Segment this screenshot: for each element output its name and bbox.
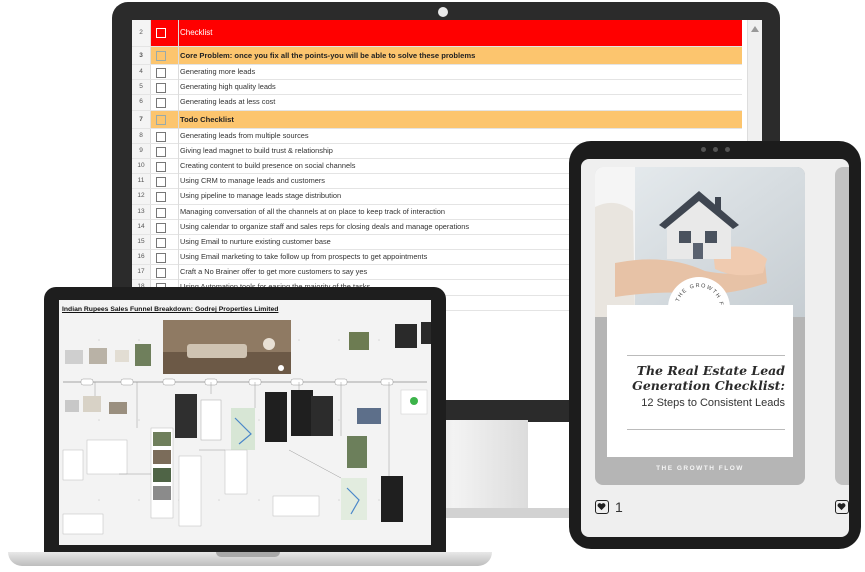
badge-text: THE GROWTH FLOW xyxy=(668,277,723,307)
camera-icon xyxy=(713,147,718,152)
row-number: 5 xyxy=(132,80,151,95)
checkbox[interactable] xyxy=(156,68,166,78)
checklist-section-row: 3 Core Problem: once you fix all the poin… xyxy=(132,47,742,65)
laptop: Indian Rupees Sales Funnel Breakdown: Go… xyxy=(44,287,446,552)
card-divider-top xyxy=(627,355,785,356)
checklist-header-label: Checklist xyxy=(180,28,213,37)
checklist-item-row: 6 Generating leads at less cost xyxy=(132,95,742,111)
row-number: 11 xyxy=(132,174,151,189)
camera-icon xyxy=(725,147,730,152)
checkbox[interactable] xyxy=(156,253,166,264)
brand-badge-ring: THE GROWTH FLOW xyxy=(668,277,724,307)
row-number: 12 xyxy=(132,189,151,204)
checkbox[interactable] xyxy=(156,98,166,109)
checklist-item-text: Managing conversation of all the channel… xyxy=(180,206,445,216)
row-number: 10 xyxy=(132,158,151,174)
camera-icon xyxy=(438,7,448,17)
card-title-line1: The Real Estate Lead xyxy=(636,363,785,378)
checkbox[interactable] xyxy=(156,192,166,203)
tablet-cameras xyxy=(687,147,743,153)
checkbox[interactable] xyxy=(156,207,166,218)
tablet-screen: THE GROWTH FLOW The Real Estate Lead Gen… xyxy=(581,159,849,537)
row-number: 16 xyxy=(132,250,151,265)
checklist-item-text: Using CRM to manage leads and customers xyxy=(180,176,326,186)
row-number: 9 xyxy=(132,143,151,158)
row-number: 4 xyxy=(132,65,151,80)
checkbox[interactable] xyxy=(156,237,166,248)
checkbox[interactable] xyxy=(156,51,166,61)
checkbox[interactable] xyxy=(156,161,166,172)
card-title: The Real Estate Lead Generation Checklis… xyxy=(607,363,793,393)
checkbox[interactable] xyxy=(156,268,166,279)
heart-icon[interactable] xyxy=(835,500,849,514)
card-subtitle: 12 Steps to Consistent Leads xyxy=(641,397,785,409)
checkbox[interactable] xyxy=(156,222,166,233)
row-number: 7 xyxy=(132,110,151,128)
header-checkbox-icon xyxy=(156,28,166,38)
camera-icon xyxy=(701,147,706,152)
checklist-item-text: Generating leads at less cost xyxy=(180,97,276,107)
checkbox[interactable] xyxy=(156,131,166,142)
checkbox[interactable] xyxy=(156,177,166,188)
checklist-item-text: Generating leads from multiple sources xyxy=(180,130,309,140)
checklist-item-text: Using Email marketing to take follow up … xyxy=(180,252,428,262)
checkbox[interactable] xyxy=(156,114,166,125)
row-number: 17 xyxy=(132,265,151,280)
checklist-header-row: 2 Checklist xyxy=(132,20,742,47)
pin-card[interactable]: THE GROWTH FLOW The Real Estate Lead Gen… xyxy=(595,167,805,485)
like-count: 1 xyxy=(615,499,623,515)
next-card-peek[interactable] xyxy=(835,167,849,485)
funnel-board-screen: Indian Rupees Sales Funnel Breakdown: Go… xyxy=(59,300,431,545)
checklist-item-text: Giving lead magnet to build trust & rela… xyxy=(180,145,333,155)
laptop-notch xyxy=(216,552,280,557)
checklist-item-text: Using Email to nurture existing customer… xyxy=(180,236,331,246)
checkbox[interactable] xyxy=(156,83,166,94)
funnel-board-canvas xyxy=(59,300,431,545)
row-number: 6 xyxy=(132,95,151,110)
row-number: 13 xyxy=(132,204,151,219)
checklist-item-row: 5 Generating high quality leads xyxy=(132,80,742,96)
row-number: 14 xyxy=(132,219,151,234)
checklist-section-row: 7 Todo Checklist xyxy=(132,110,742,129)
checklist-item-text: Generating high quality leads xyxy=(180,82,276,92)
checklist-item-text: Using pipeline to manage leads stage dis… xyxy=(180,191,342,201)
row-number: 2 xyxy=(132,20,151,46)
brand-badge: THE GROWTH FLOW xyxy=(668,277,730,339)
checklist-item-text: Core Problem: once you fix all the point… xyxy=(180,51,476,60)
card-title-line2: Generation Checklist: xyxy=(632,378,785,393)
card-footer: THE GROWTH FLOW xyxy=(656,465,744,472)
checklist-item-text: Generating more leads xyxy=(180,67,256,76)
heart-icon[interactable] xyxy=(595,500,609,514)
row-number: 8 xyxy=(132,128,151,143)
checklist-item-text: Craft a No Brainer offer to get more cus… xyxy=(180,267,368,277)
board-title: Indian Rupees Sales Funnel Breakdown: Go… xyxy=(62,306,279,313)
checklist-item-text: Using calendar to organize staff and sal… xyxy=(180,221,470,231)
scroll-up-icon[interactable] xyxy=(751,26,759,32)
checklist-item-row: 4 Generating more leads xyxy=(132,65,742,81)
row-number: 15 xyxy=(132,234,151,250)
tablet: THE GROWTH FLOW The Real Estate Lead Gen… xyxy=(569,141,861,549)
checkbox[interactable] xyxy=(156,146,166,157)
row-number: 3 xyxy=(132,47,151,64)
svg-text:THE GROWTH FLOW: THE GROWTH FLOW xyxy=(668,277,724,307)
checklist-item-text: Todo Checklist xyxy=(180,114,234,124)
checklist-item-text: Creating content to build presence on so… xyxy=(180,160,356,170)
card-divider-bottom xyxy=(627,429,785,430)
